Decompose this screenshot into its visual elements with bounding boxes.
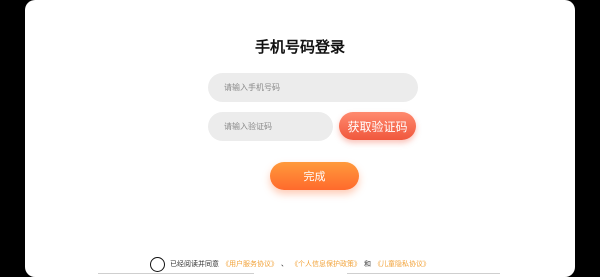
bottom-divider-right [347,273,500,274]
user-service-agreement-link[interactable]: 《用户服务协议》 [222,259,278,269]
page-title: 手机号码登录 [254,38,345,56]
login-panel: 手机号码登录 获取验证码 完成 已经阅读并同意 《用户服务协议》 、 《个人信息… [25,0,575,277]
submit-button[interactable]: 完成 [270,162,359,190]
privacy-policy-link[interactable]: 《个人信息保护政策》 [291,259,361,269]
agreement-checkbox[interactable] [150,256,165,272]
agreement-prefix: 已经阅读并同意 [170,260,219,268]
phone-number-input[interactable] [208,73,418,102]
agreement-and: 和 [364,260,371,268]
agreement-row: 已经阅读并同意 《用户服务协议》 、 《个人信息保护政策》 和 《儿童隐私协议》 [150,256,433,272]
verification-code-input[interactable] [208,112,333,141]
agreement-separator: 、 [281,260,288,268]
child-privacy-link[interactable]: 《儿童隐私协议》 [374,259,430,269]
get-code-button[interactable]: 获取验证码 [339,112,416,140]
bottom-divider-left [98,273,254,274]
